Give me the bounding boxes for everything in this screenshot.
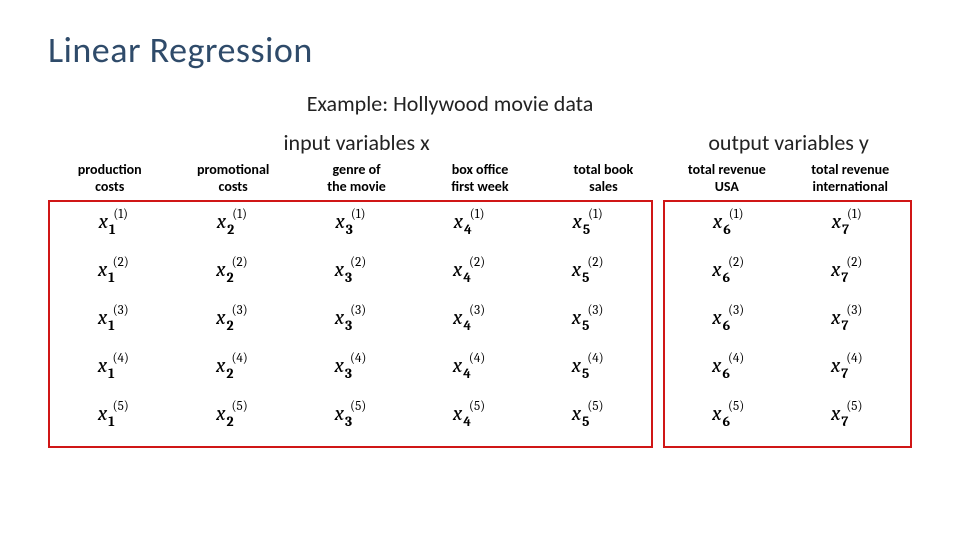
slide-subtitle: Example: Hollywood movie data [0,90,912,117]
col-header-3: genre of the movie [295,162,418,196]
col-header-4: box office first week [418,162,541,196]
variable-cell: x3(2) [335,260,367,292]
col-header-2: promotional costs [171,162,294,196]
variable-cell: x7(4) [831,356,863,388]
variable-cell: x2(2) [216,260,248,292]
col-header-1-l2: costs [95,178,124,195]
variable-cell: x1(2) [98,260,129,292]
col-3: x3(1) x3(2) x3(3) x3(4) x3(5) [291,212,410,436]
variable-cell: x2(5) [216,404,248,436]
variable-cell: x6(3) [712,308,744,340]
col-header-2-l2: costs [219,178,248,195]
variable-cell: x7(5) [831,404,862,436]
variable-cell: x2(1) [217,212,247,244]
col-header-4-l1: box office [452,161,509,178]
input-box: x1(1) x1(2) x1(3) x1(4) x1(5) x2(1) x2(2) x2(3… [48,200,653,448]
data-boxes: x1(1) x1(2) x1(3) x1(4) x1(5) x2(1) x2(2) x2(3… [48,200,912,448]
col-header-7: total revenue international [789,162,912,196]
col-4: x4(1) x4(2) x4(3) x4(4) x4(5) [410,212,529,436]
variable-cell: x3(3) [335,308,366,340]
variable-cell: x5(5) [572,404,604,436]
col-header-5-l1: total book [574,161,634,178]
variable-cell: x1(1) [99,212,128,244]
variable-cell: x6(5) [712,404,744,436]
variable-cell: x5(3) [572,308,604,340]
variable-cell: x5(1) [572,212,602,244]
col-7: x7(1) x7(2) x7(3) x7(4) x7(5) [787,212,906,436]
output-section-label: output variables y [665,129,912,156]
col-header-7-l1: total revenue [811,161,889,178]
col-header-6: total revenue USA [665,162,788,196]
section-labels: input variables x output variables y [48,129,912,156]
col-5: x5(1) x5(2) x5(3) x5(4) x5(5) [528,212,647,436]
col-header-6-l2: USA [715,178,739,195]
variable-cell: x3(1) [335,212,365,244]
col-6: x6(1) x6(2) x6(3) x6(4) x6(5) [669,212,788,436]
variable-cell: x7(2) [831,260,862,292]
col-header-5: total book sales [542,162,665,196]
variable-cell: x4(3) [453,308,485,340]
input-section-label: input variables x [48,129,665,156]
col-header-1-l1: production [78,161,142,178]
col-2: x2(1) x2(2) x2(3) x2(4) x2(5) [173,212,292,436]
variable-cell: x5(4) [572,356,604,388]
col-1: x1(1) x1(2) x1(3) x1(4) x1(5) [54,212,173,436]
variable-cell: x4(1) [454,212,485,244]
col-header-3-l2: the movie [327,178,386,195]
variable-cell: x3(4) [335,356,367,388]
col-header-3-l1: genre of [333,161,381,178]
col-header-4-l2: first week [451,178,508,195]
col-header-6-l1: total revenue [688,161,766,178]
col-header-1: production costs [48,162,171,196]
variable-cell: x4(4) [453,356,485,388]
variable-cell: x4(2) [453,260,485,292]
variable-cell: x1(5) [98,404,129,436]
variable-cell: x6(2) [712,260,744,292]
variable-cell: x7(1) [832,212,862,244]
variable-cell: x6(4) [712,356,744,388]
variable-cell: x6(1) [713,212,744,244]
variable-cell: x5(2) [572,260,604,292]
variable-cell: x4(5) [453,404,485,436]
slide-title: Linear Regression [48,28,912,72]
column-headers: production costs promotional costs genre… [48,162,912,196]
variable-cell: x1(3) [98,308,129,340]
variable-cell: x2(4) [216,356,248,388]
output-box: x6(1) x6(2) x6(3) x6(4) x6(5) x7(1) x7(2) x7(3… [663,200,912,448]
variable-cell: x3(5) [335,404,367,436]
col-header-2-l1: promotional [197,161,269,178]
variable-cell: x1(4) [98,356,129,388]
col-header-7-l2: international [813,178,888,195]
variable-cell: x7(3) [831,308,862,340]
variable-cell: x2(3) [216,308,247,340]
slide: Linear Regression Example: Hollywood mov… [0,0,960,468]
col-header-5-l2: sales [589,178,618,195]
